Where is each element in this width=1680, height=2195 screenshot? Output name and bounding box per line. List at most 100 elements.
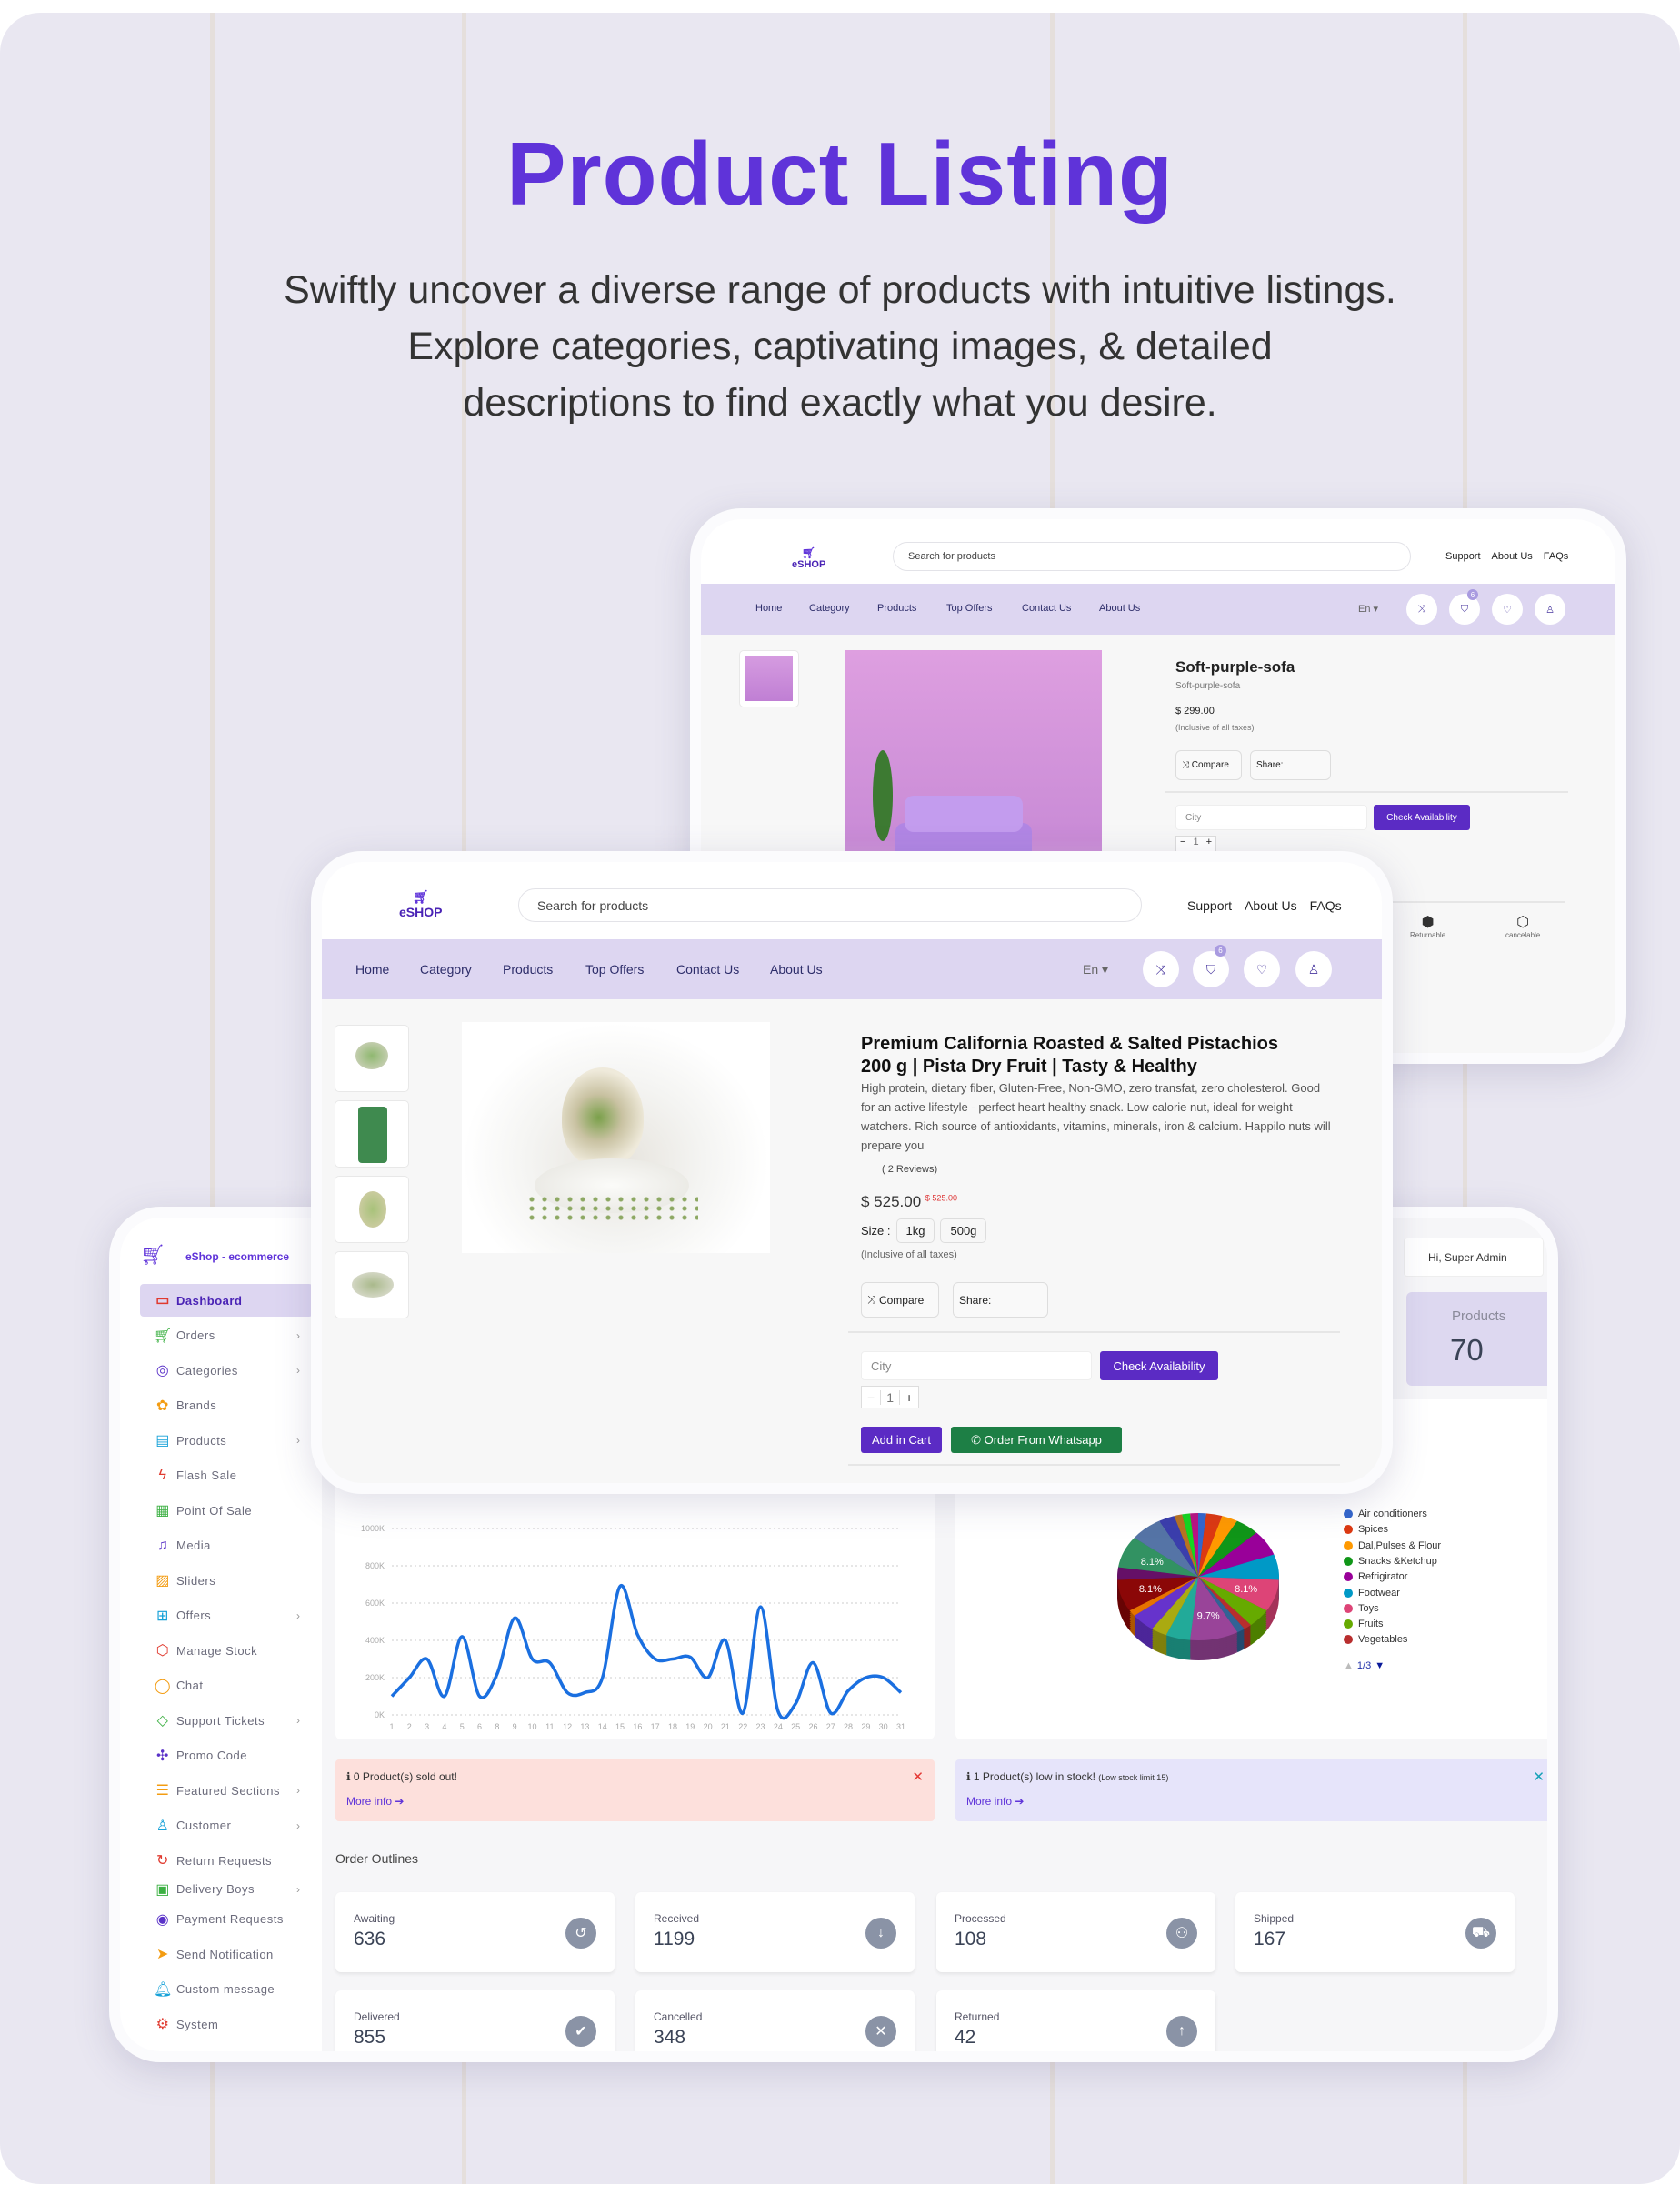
- legend-item: Dal,Pulses & Flour: [1344, 1540, 1441, 1551]
- sidebar-item-label: Send Notification: [176, 1947, 274, 1961]
- size-option-1kg[interactable]: 1kg: [895, 1218, 935, 1243]
- nav-top-offers[interactable]: Top Offers: [585, 962, 644, 977]
- nav-category[interactable]: Category: [420, 962, 472, 977]
- whatsapp-icon: ✆: [971, 1432, 985, 1447]
- reviews-count[interactable]: ( 2 Reviews): [882, 1164, 937, 1175]
- close-icon[interactable]: ✕: [912, 1769, 924, 1785]
- tax-note: (Inclusive of all taxes): [861, 1249, 957, 1260]
- legend-swatch: [1344, 1556, 1353, 1566]
- store-logo[interactable]: 🛒︎ eSHOP: [792, 546, 825, 570]
- whatsapp-order-button[interactable]: ✆ Order From Whatsapp: [951, 1427, 1122, 1453]
- shuffle-icon[interactable]: ⤨: [1143, 951, 1179, 987]
- faqs-link[interactable]: FAQs: [1310, 898, 1342, 913]
- nav-about[interactable]: About Us: [1099, 603, 1140, 614]
- city-input[interactable]: City: [1175, 805, 1367, 830]
- about-link[interactable]: About Us: [1245, 898, 1297, 913]
- about-link[interactable]: About Us: [1492, 551, 1533, 562]
- top-links: Support About Us FAQs: [1445, 551, 1568, 562]
- more-info-link[interactable]: More info ➔: [966, 1795, 1024, 1808]
- order-outlines-title: Order Outlines: [335, 1851, 419, 1866]
- nav-top-offers[interactable]: Top Offers: [946, 603, 993, 614]
- compare-button[interactable]: ⤨ Compare: [861, 1282, 939, 1318]
- product-thumbnail[interactable]: [335, 1176, 409, 1243]
- user-icon[interactable]: ♙: [1535, 594, 1565, 625]
- bag-icon[interactable]: ⛉: [1193, 951, 1229, 987]
- gear-icon: ⚙: [155, 2017, 170, 2032]
- legend-next-icon[interactable]: ▼: [1375, 1660, 1385, 1671]
- nav-products[interactable]: Products: [503, 962, 553, 977]
- support-link[interactable]: Support: [1187, 898, 1232, 913]
- sidebar-item-customer[interactable]: ♙ Customer ›: [140, 1809, 313, 1842]
- check-availability-button[interactable]: Check Availability: [1100, 1351, 1218, 1380]
- size-option-500g[interactable]: 500g: [940, 1218, 987, 1243]
- nav-contact[interactable]: Contact Us: [1022, 603, 1071, 614]
- nav-home[interactable]: Home: [755, 603, 782, 614]
- language-select[interactable]: En ▾: [1358, 603, 1378, 615]
- shuffle-icon[interactable]: ⤨: [1406, 594, 1437, 625]
- sidebar-item-custom-message[interactable]: 🔔︎ Custom message: [140, 1973, 313, 2006]
- order-stat-returned[interactable]: Returned 42 ↑: [936, 1990, 1215, 2051]
- store-logo[interactable]: 🛒︎ eSHOP: [399, 889, 442, 919]
- product-description: High protein, dietary fiber, Gluten-Free…: [861, 1081, 1331, 1152]
- close-icon[interactable]: ✕: [1533, 1769, 1545, 1785]
- more-info-link[interactable]: More info ➔: [346, 1795, 404, 1808]
- money-icon: ◉: [155, 1911, 170, 1928]
- sidebar-item-label: Customer: [176, 1819, 232, 1832]
- heart-icon[interactable]: ♡: [1492, 594, 1523, 625]
- sidebar-item-payment-requests[interactable]: ◉ Payment Requests: [140, 1903, 313, 1936]
- search-input[interactable]: Search for products: [518, 888, 1142, 922]
- order-stat-processed[interactable]: Processed 108 ⚇: [936, 1892, 1215, 1972]
- chevron-right-icon: ›: [296, 1819, 301, 1832]
- product-thumbnail[interactable]: [335, 1100, 409, 1168]
- language-select[interactable]: En ▾: [1083, 962, 1108, 977]
- top-links: Support About Us FAQs: [1187, 898, 1342, 913]
- sidebar-item-featured-sections[interactable]: ☰ Featured Sections ›: [140, 1774, 313, 1807]
- city-input[interactable]: City: [861, 1351, 1092, 1380]
- nav-home[interactable]: Home: [355, 962, 389, 977]
- chevron-right-icon: ›: [296, 1882, 301, 1896]
- legend-item: Refrigirator: [1344, 1571, 1407, 1582]
- sidebar-item-label: Custom message: [176, 1982, 275, 1996]
- search-input[interactable]: Search for products: [893, 542, 1411, 571]
- sold-out-alert: ℹ 0 Product(s) sold out! More info ➔ ✕: [335, 1759, 935, 1821]
- legend-prev-icon[interactable]: ▲: [1344, 1660, 1354, 1671]
- share-button[interactable]: Share:: [1250, 750, 1331, 780]
- x-circle-icon: ✕: [865, 2016, 896, 2047]
- history-icon: ↺: [565, 1918, 596, 1949]
- faqs-link[interactable]: FAQs: [1544, 551, 1569, 562]
- order-stat-shipped[interactable]: Shipped 167 ⛟: [1235, 1892, 1515, 1972]
- user-icon[interactable]: ♙: [1295, 951, 1332, 987]
- order-stat-cancelled[interactable]: Cancelled 348 ✕: [635, 1990, 915, 2051]
- nav-about[interactable]: About Us: [770, 962, 823, 977]
- nav-products[interactable]: Products: [877, 603, 916, 614]
- sidebar-item-send-notification[interactable]: ➤ Send Notification: [140, 1938, 313, 1970]
- heart-icon[interactable]: ♡: [1244, 951, 1280, 987]
- order-stat-awaiting[interactable]: Awaiting 636 ↺: [335, 1892, 615, 1972]
- quantity-stepper[interactable]: −1 +: [861, 1386, 920, 1408]
- product-subtitle: Soft-purple-sofa: [1175, 681, 1241, 691]
- decrement-button[interactable]: −: [862, 1390, 880, 1405]
- sidebar-item-return-requests[interactable]: ↻ Return Requests: [140, 1844, 313, 1877]
- quantity-value: 1: [880, 1389, 900, 1405]
- add-to-cart-button[interactable]: Add in Cart: [861, 1427, 942, 1453]
- cart-count-badge: 6: [1467, 589, 1478, 600]
- legend-swatch: [1344, 1635, 1353, 1645]
- order-stat-delivered[interactable]: Delivered 855 ✔: [335, 1990, 615, 2051]
- sidebar-item-delivery-boys[interactable]: ▣ Delivery Boys ›: [140, 1879, 313, 1899]
- nav-category[interactable]: Category: [809, 603, 850, 614]
- order-stat-received[interactable]: Received 1199 ↓: [635, 1892, 915, 1972]
- product-thumbnail[interactable]: [335, 1251, 409, 1318]
- sidebar-item-system[interactable]: ⚙ System: [140, 2008, 313, 2040]
- compare-button[interactable]: ⤨ Compare: [1175, 750, 1242, 780]
- product-price: $ 299.00: [1175, 706, 1215, 717]
- share-button[interactable]: Share:: [953, 1282, 1048, 1318]
- legend-item: Fruits: [1344, 1619, 1384, 1629]
- people-icon: ⚇: [1166, 1918, 1197, 1949]
- nav-contact[interactable]: Contact Us: [676, 962, 739, 977]
- order-stat-label: Cancelled: [654, 2010, 703, 2023]
- increment-button[interactable]: +: [900, 1390, 918, 1405]
- product-thumbnail[interactable]: [335, 1025, 409, 1092]
- check-availability-button[interactable]: Check Availability: [1374, 805, 1470, 830]
- product-thumbnail[interactable]: [739, 650, 799, 707]
- support-link[interactable]: Support: [1445, 551, 1481, 562]
